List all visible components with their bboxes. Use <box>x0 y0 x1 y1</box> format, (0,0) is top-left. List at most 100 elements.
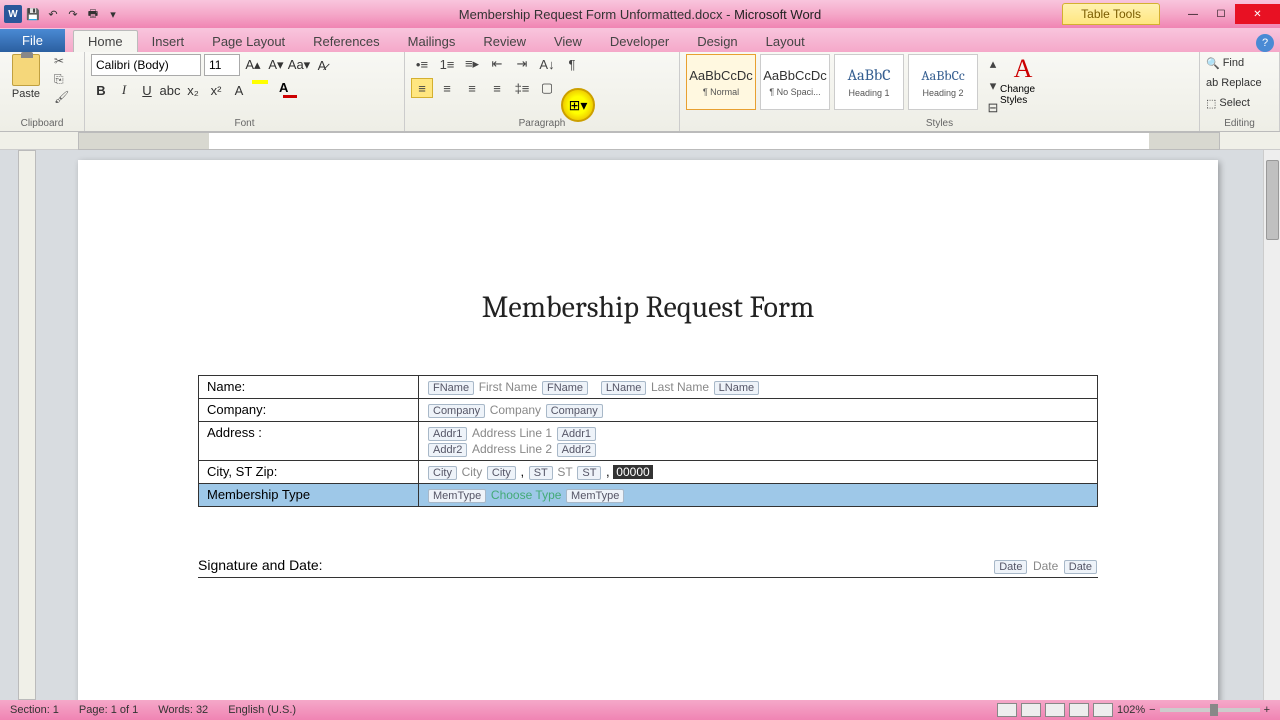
highlight-button[interactable] <box>252 80 276 100</box>
web-layout-view-icon[interactable] <box>1045 703 1065 717</box>
style-heading-2[interactable]: AaBbCc Heading 2 <box>908 54 978 110</box>
page[interactable]: Membership Request Form Name: FName Firs… <box>78 160 1218 700</box>
shrink-font-icon[interactable]: A▾ <box>266 55 286 75</box>
style-heading-1[interactable]: AaBbC Heading 1 <box>834 54 904 110</box>
fname-tag-start: FName <box>428 381 474 395</box>
redo-icon[interactable]: ↷ <box>64 5 82 23</box>
align-left-icon[interactable]: ≡ <box>411 78 433 98</box>
close-button[interactable]: ✕ <box>1235 4 1280 24</box>
align-right-icon[interactable]: ≡ <box>461 78 483 98</box>
paste-button[interactable]: Paste <box>6 54 46 100</box>
qat-more-icon[interactable]: ▾ <box>104 5 122 23</box>
bullets-icon[interactable]: •≡ <box>411 54 433 74</box>
font-color-button[interactable]: A <box>279 80 301 100</box>
clipboard-label: Clipboard <box>6 118 78 131</box>
grow-font-icon[interactable]: A▴ <box>243 55 263 75</box>
zoom-level[interactable]: 102% <box>1117 704 1145 716</box>
qat-print-icon[interactable]: 🖶 <box>84 5 102 23</box>
tab-design[interactable]: Design <box>683 31 751 52</box>
superscript-button[interactable]: x² <box>206 80 226 100</box>
multilevel-list-icon[interactable]: ≡▸ <box>461 54 483 74</box>
zoom-in-icon[interactable]: + <box>1264 704 1270 716</box>
decrease-indent-icon[interactable]: ⇤ <box>486 54 508 74</box>
align-center-icon[interactable]: ≡ <box>436 78 458 98</box>
tab-insert[interactable]: Insert <box>138 31 199 52</box>
csz-value[interactable]: City City City , ST ST ST , 00000 <box>419 461 1098 484</box>
show-hide-icon[interactable]: ¶ <box>561 54 583 74</box>
strikethrough-button[interactable]: abc <box>160 80 180 100</box>
line-spacing-icon[interactable]: ‡≡ <box>511 78 533 98</box>
addr1-placeholder[interactable]: Address Line 1 <box>472 426 552 440</box>
style-no-spacing[interactable]: AaBbCcDc ¶ No Spaci... <box>760 54 830 110</box>
vertical-scrollbar[interactable] <box>1263 150 1280 700</box>
st-placeholder[interactable]: ST <box>557 465 572 479</box>
justify-icon[interactable]: ≡ <box>486 78 508 98</box>
scroll-thumb[interactable] <box>1266 160 1279 240</box>
tab-references[interactable]: References <box>299 31 393 52</box>
horizontal-ruler[interactable] <box>0 132 1280 150</box>
fname-placeholder[interactable]: First Name <box>479 380 538 394</box>
city-placeholder[interactable]: City <box>462 465 483 479</box>
tab-layout[interactable]: Layout <box>752 31 819 52</box>
window-controls: — ☐ ✕ <box>1179 4 1280 24</box>
tab-page-layout[interactable]: Page Layout <box>198 31 299 52</box>
address-value[interactable]: Addr1 Address Line 1 Addr1 Addr2 Address… <box>419 422 1098 461</box>
status-page[interactable]: Page: 1 of 1 <box>79 704 138 716</box>
font-size-select[interactable]: 11 <box>204 54 240 76</box>
change-case-icon[interactable]: Aa▾ <box>289 55 309 75</box>
memtype-value[interactable]: MemType Choose Type MemType <box>419 484 1098 507</box>
underline-button[interactable]: U <box>137 80 157 100</box>
file-tab[interactable]: File <box>0 29 65 52</box>
tab-developer[interactable]: Developer <box>596 31 683 52</box>
signature-line[interactable]: Signature and Date: Date Date Date <box>198 557 1098 578</box>
minimize-button[interactable]: — <box>1179 4 1207 24</box>
addr2-placeholder[interactable]: Address Line 2 <box>472 442 552 456</box>
numbering-icon[interactable]: 1≡ <box>436 54 458 74</box>
style-normal[interactable]: AaBbCcDc ¶ Normal <box>686 54 756 110</box>
date-placeholder[interactable]: Date <box>1033 559 1058 573</box>
save-icon[interactable]: 💾 <box>24 5 42 23</box>
memtype-placeholder[interactable]: Choose Type <box>491 488 562 502</box>
membership-form-table[interactable]: Name: FName First Name FName LName Last … <box>198 375 1098 507</box>
bold-button[interactable]: B <box>91 80 111 100</box>
format-painter-icon[interactable]: 🖌 <box>54 90 70 106</box>
fname-tag-end: FName <box>542 381 588 395</box>
draft-view-icon[interactable] <box>1093 703 1113 717</box>
fullscreen-reading-view-icon[interactable] <box>1021 703 1041 717</box>
undo-icon[interactable]: ↶ <box>44 5 62 23</box>
clear-formatting-icon[interactable]: A̷ <box>312 55 332 75</box>
copy-icon[interactable]: ⎘ <box>54 72 70 88</box>
help-icon[interactable]: ? <box>1256 34 1274 52</box>
name-value[interactable]: FName First Name FName LName Last Name L… <box>419 376 1098 399</box>
tab-home[interactable]: Home <box>73 30 138 52</box>
maximize-button[interactable]: ☐ <box>1207 4 1235 24</box>
outline-view-icon[interactable] <box>1069 703 1089 717</box>
increase-indent-icon[interactable]: ⇥ <box>511 54 533 74</box>
lname-placeholder[interactable]: Last Name <box>651 380 709 394</box>
italic-button[interactable]: I <box>114 80 134 100</box>
company-value[interactable]: Company Company Company <box>419 399 1098 422</box>
zoom-out-icon[interactable]: − <box>1149 704 1155 716</box>
shading-button[interactable]: ▢ <box>536 78 558 98</box>
replace-button[interactable]: abReplace <box>1206 74 1262 92</box>
print-layout-view-icon[interactable] <box>997 703 1017 717</box>
subscript-button[interactable]: x₂ <box>183 80 203 100</box>
company-placeholder[interactable]: Company <box>490 403 541 417</box>
tab-mailings[interactable]: Mailings <box>394 31 470 52</box>
zoom-slider[interactable] <box>1160 708 1260 712</box>
cut-icon[interactable]: ✂ <box>54 54 70 70</box>
status-section[interactable]: Section: 1 <box>10 704 59 716</box>
text-effects-icon[interactable]: A <box>229 80 249 100</box>
status-words[interactable]: Words: 32 <box>158 704 208 716</box>
tab-review[interactable]: Review <box>469 31 540 52</box>
select-button[interactable]: ⬚Select <box>1206 94 1250 112</box>
vertical-ruler[interactable] <box>18 150 36 700</box>
zip-value[interactable]: 00000 <box>613 465 652 479</box>
tab-view[interactable]: View <box>540 31 596 52</box>
font-name-select[interactable]: Calibri (Body) <box>91 54 201 76</box>
find-button[interactable]: 🔍Find <box>1206 54 1244 72</box>
status-language[interactable]: English (U.S.) <box>228 704 296 716</box>
borders-button-active[interactable]: ⊞▾ <box>561 88 595 122</box>
sort-icon[interactable]: A↓ <box>536 54 558 74</box>
change-styles-button[interactable]: A Change Styles <box>1000 54 1046 106</box>
